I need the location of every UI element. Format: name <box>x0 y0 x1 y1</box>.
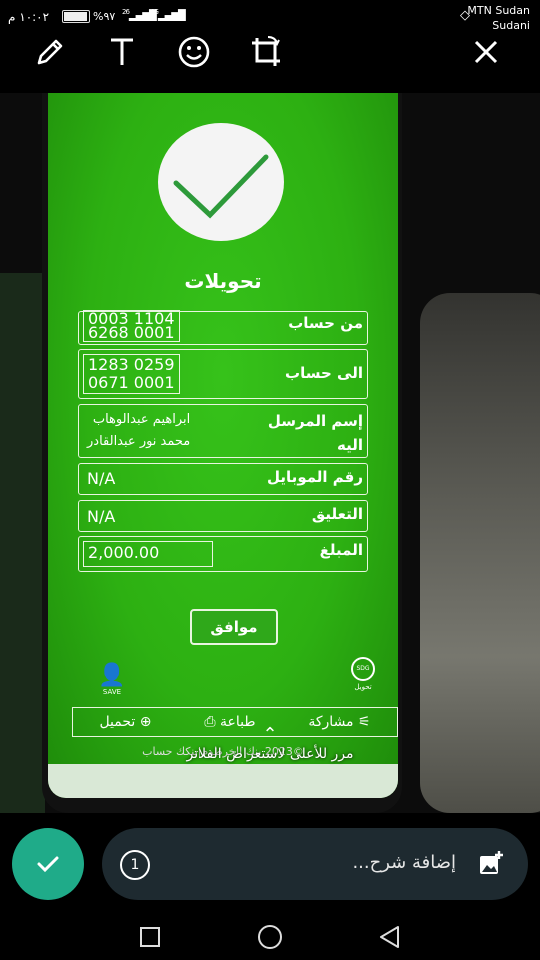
row-comment: التعليق N/A <box>78 500 368 532</box>
text-icon[interactable] <box>102 32 142 72</box>
image-editor-screen: ١٠:٠٢ م %٩٧ 26▂▄▆█ 4G▂▄▆█ ◇ MTN Sudan Su… <box>0 0 540 960</box>
status-time: ١٠:٠٢ م <box>8 10 50 24</box>
caption-composer: 1 إضافة شرح... <box>0 813 540 913</box>
ok-button: موافق <box>190 609 278 645</box>
row-label: إسم المرسل اليه <box>267 412 363 454</box>
battery-percent: %٩٧ <box>93 10 116 23</box>
emoji-icon[interactable] <box>174 32 214 72</box>
check-icon <box>37 856 59 873</box>
transfer-shortcut: SDG تحويل <box>346 657 380 691</box>
page-title: تحويلات <box>184 269 262 293</box>
recents-button[interactable] <box>130 919 170 955</box>
swipe-hint-text: مرر للأعلى لاستعراض الفلاتر <box>186 746 354 762</box>
chevron-up-icon: ⌃ <box>262 724 278 745</box>
row-value: 1283 0259 0671 0001 <box>83 354 180 394</box>
row-amount: المبلغ 2,000.00 <box>78 536 368 572</box>
system-nav-bar <box>0 913 540 960</box>
success-check-icon <box>158 123 284 241</box>
send-button[interactable] <box>12 828 84 900</box>
row-to-account: الى حساب 1283 0259 0671 0001 <box>78 349 368 399</box>
signal-4g-icon: 4G▂▄▆█ <box>150 8 186 22</box>
row-label: الى حساب <box>285 364 363 382</box>
close-icon[interactable] <box>466 32 506 72</box>
editor-toolbar <box>0 28 540 74</box>
transfer-icon: SDG <box>351 657 375 681</box>
row-value: 0003 1104 6268 0001 <box>83 310 180 342</box>
row-value: 2,000.00 <box>83 541 213 567</box>
add-image-icon[interactable] <box>478 850 504 882</box>
phone-screen: تحويلات من حساب 0003 1104 6268 0001 الى … <box>48 93 398 798</box>
photo-preview[interactable]: تحويلات من حساب 0003 1104 6268 0001 الى … <box>0 93 540 813</box>
row-value: ابراهيم عبدالوهاب محمد نور عبدالقادر <box>87 412 191 449</box>
save-contact: 👤 SAVE <box>92 663 132 696</box>
add-user-icon: 👤 <box>98 663 126 688</box>
caption-input[interactable]: 1 إضافة شرح... <box>102 828 528 900</box>
battery-icon <box>62 10 90 23</box>
view-once-icon[interactable]: 1 <box>120 850 150 880</box>
row-mobile: رقم الموبايل N/A <box>78 463 368 495</box>
swipe-hint[interactable]: ⌃ مرر للأعلى لاستعراض الفلاتر <box>0 724 540 763</box>
row-value: N/A <box>87 507 116 526</box>
phone-navbar <box>48 764 398 798</box>
crop-rotate-icon[interactable] <box>246 32 286 72</box>
home-button[interactable] <box>250 919 290 955</box>
row-value: N/A <box>87 469 116 488</box>
row-label: التعليق <box>311 505 363 523</box>
row-recipient-name: إسم المرسل اليه ابراهيم عبدالوهاب محمد ن… <box>78 404 368 458</box>
row-label: من حساب <box>288 314 363 332</box>
row-label: رقم الموبايل <box>267 468 363 486</box>
back-button[interactable] <box>370 919 410 955</box>
caption-placeholder: إضافة شرح... <box>352 852 456 873</box>
row-label: المبلغ <box>319 541 363 559</box>
pencil-icon[interactable] <box>30 32 70 72</box>
row-from-account: من حساب 0003 1104 6268 0001 <box>78 310 368 345</box>
